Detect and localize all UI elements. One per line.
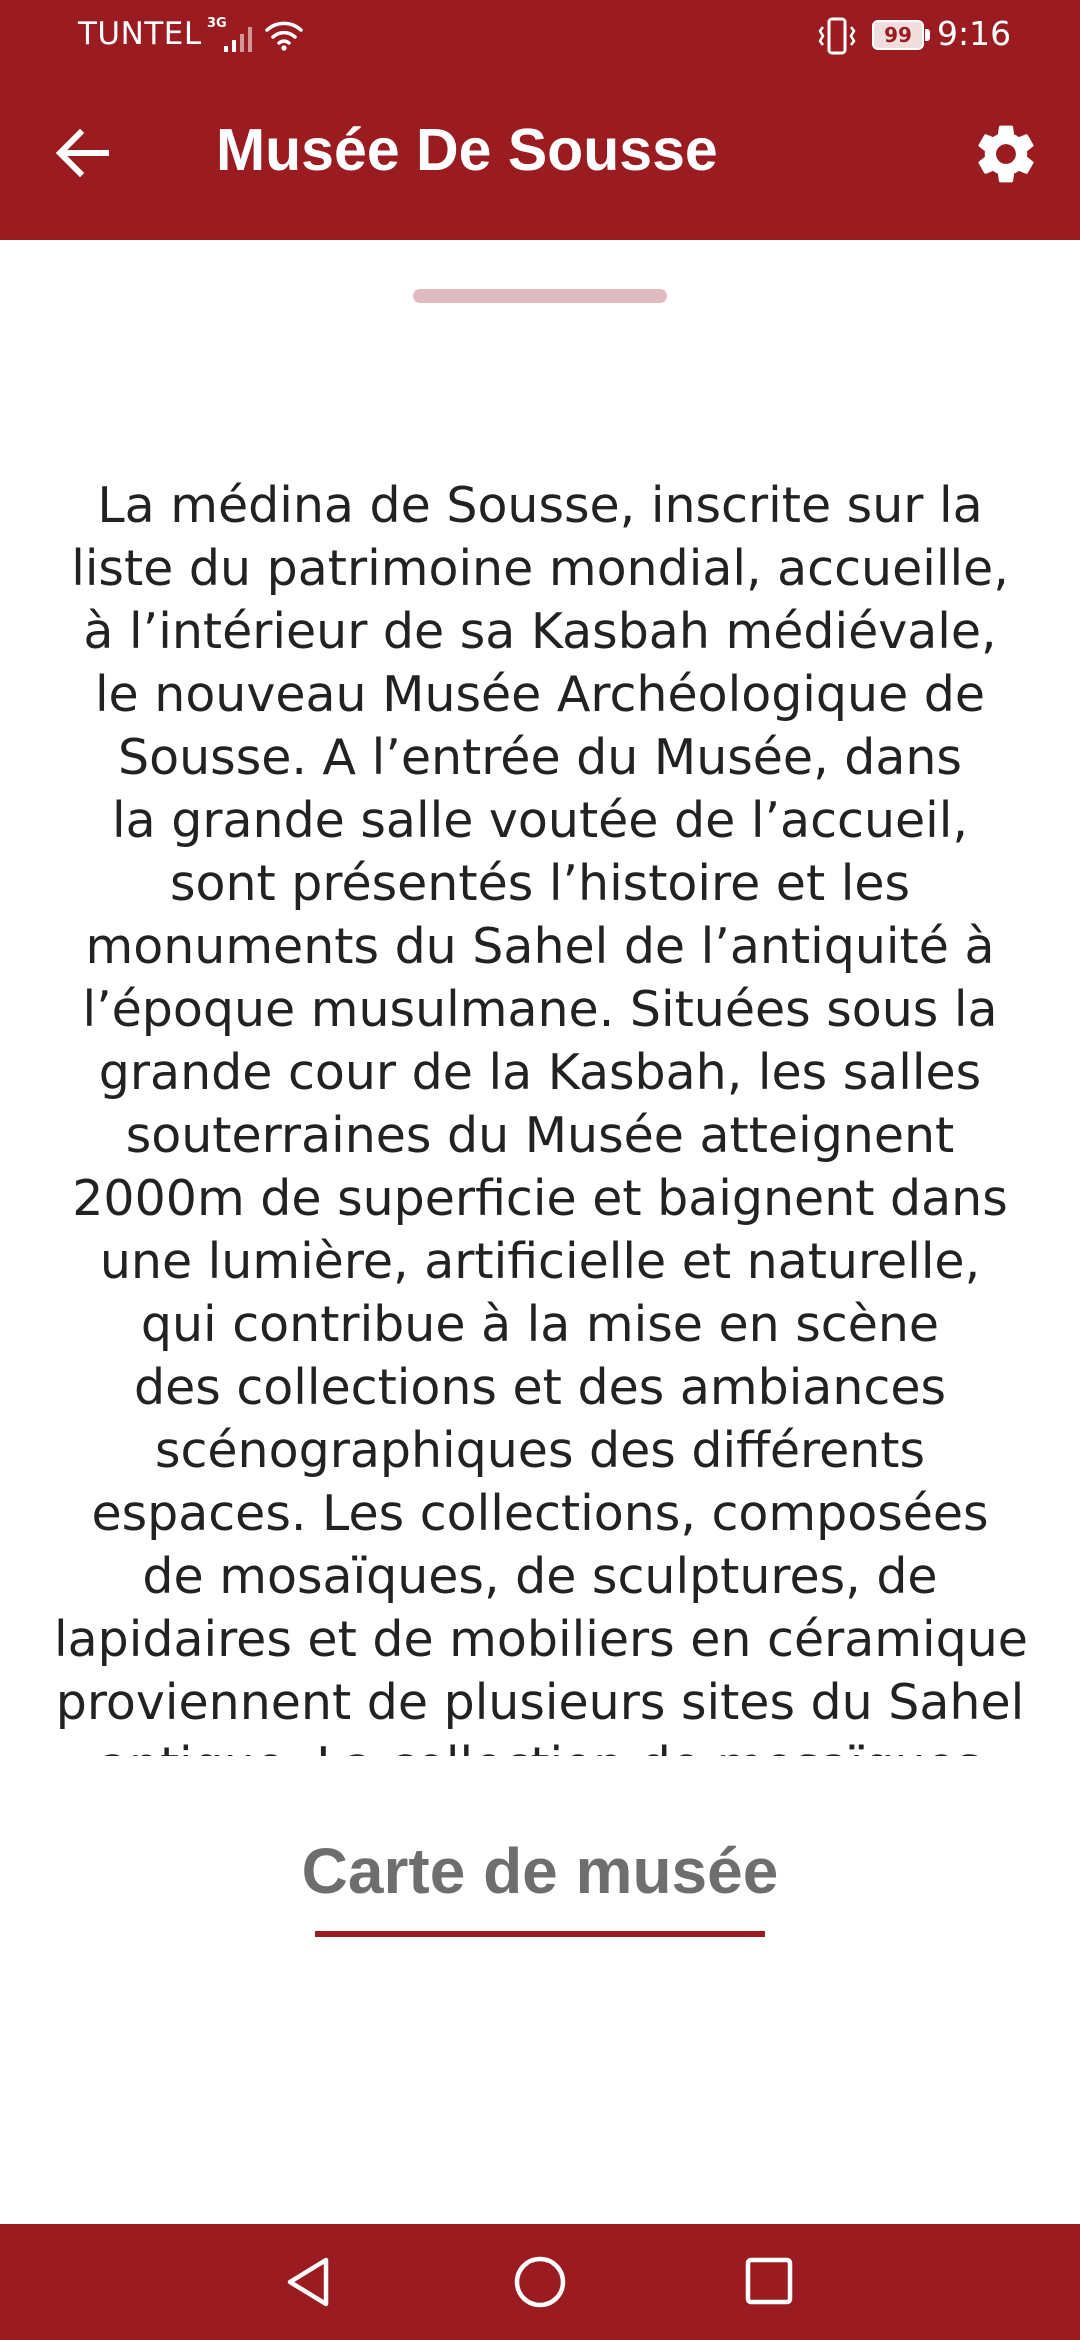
- circle-home-icon[interactable]: [512, 2254, 568, 2310]
- description-line: des collections et des ambiances: [133, 1359, 947, 1416]
- description-line: la grande salle voutée de l’accueil,: [112, 792, 968, 849]
- description-line: espaces. Les collections, composées: [91, 1485, 989, 1542]
- description-line: monuments du Sahel de l’antiquité à: [85, 918, 995, 975]
- description-line: liste du patrimoine mondial, accueille,: [71, 540, 1009, 597]
- arrow-left-icon[interactable]: [50, 120, 116, 186]
- description-line: lapidaires et de mobiliers en céramique: [54, 1611, 1026, 1668]
- description-line: à l’intérieur de sa Kasbah médiévale,: [83, 603, 997, 660]
- status-time: 9:16: [937, 14, 1012, 53]
- triangle-back-icon[interactable]: [282, 2254, 336, 2310]
- description-line: de mosaïques, de sculptures, de: [142, 1548, 938, 1605]
- gear-icon[interactable]: [972, 120, 1040, 188]
- description-line: La médina de Sousse, inscrite sur la: [97, 477, 983, 534]
- status-bar: TUNTEL 3G 99 9:16: [0, 0, 1080, 70]
- description-line: Sousse. A l’entrée du Musée, dans: [118, 729, 962, 786]
- museum-map-link[interactable]: Carte de musée: [290, 1834, 790, 1908]
- carrier-name: TUNTEL: [78, 16, 202, 52]
- battery-icon: 99: [872, 20, 924, 50]
- battery-tip: [925, 29, 930, 41]
- wifi-icon: [265, 21, 303, 51]
- description-line: 2000m de superficie et baignent dans: [72, 1170, 1008, 1227]
- description-line: scénographiques des différents: [154, 1422, 926, 1479]
- museum-description: La médina de Sousse, inscrite sur la lis…: [54, 474, 1026, 1756]
- bottom-sheet-drag-handle[interactable]: [413, 289, 667, 303]
- description-line: le nouveau Musée Archéologique de: [94, 666, 986, 723]
- signal-icon: [224, 27, 252, 52]
- description-line: une lumière, artificielle et naturelle,: [99, 1233, 981, 1290]
- square-recents-icon[interactable]: [744, 2256, 794, 2306]
- page-title: Musée De Sousse: [216, 117, 718, 183]
- vibrate-icon: [818, 17, 856, 55]
- description-line: souterraines du Musée atteignent: [125, 1107, 955, 1164]
- description-line: l’époque musulmane. Situées sous la: [82, 981, 998, 1038]
- description-line: qui contribue à la mise en scène: [140, 1296, 940, 1353]
- description-line: proviennent de plusieurs sites du Sahel: [55, 1674, 1025, 1731]
- description-line: sont présentés l’histoire et les: [169, 855, 911, 912]
- museum-map-link-underline: [315, 1931, 765, 1937]
- app-bar: TUNTEL 3G 99 9:16 Musée De Sousse: [0, 0, 1080, 240]
- description-line: antique. La collection de mosaïques: [54, 1734, 1026, 1756]
- description-line: grande cour de la Kasbah, les salles: [98, 1044, 982, 1101]
- description-scroll-area[interactable]: La médina de Sousse, inscrite sur la lis…: [54, 474, 1026, 1756]
